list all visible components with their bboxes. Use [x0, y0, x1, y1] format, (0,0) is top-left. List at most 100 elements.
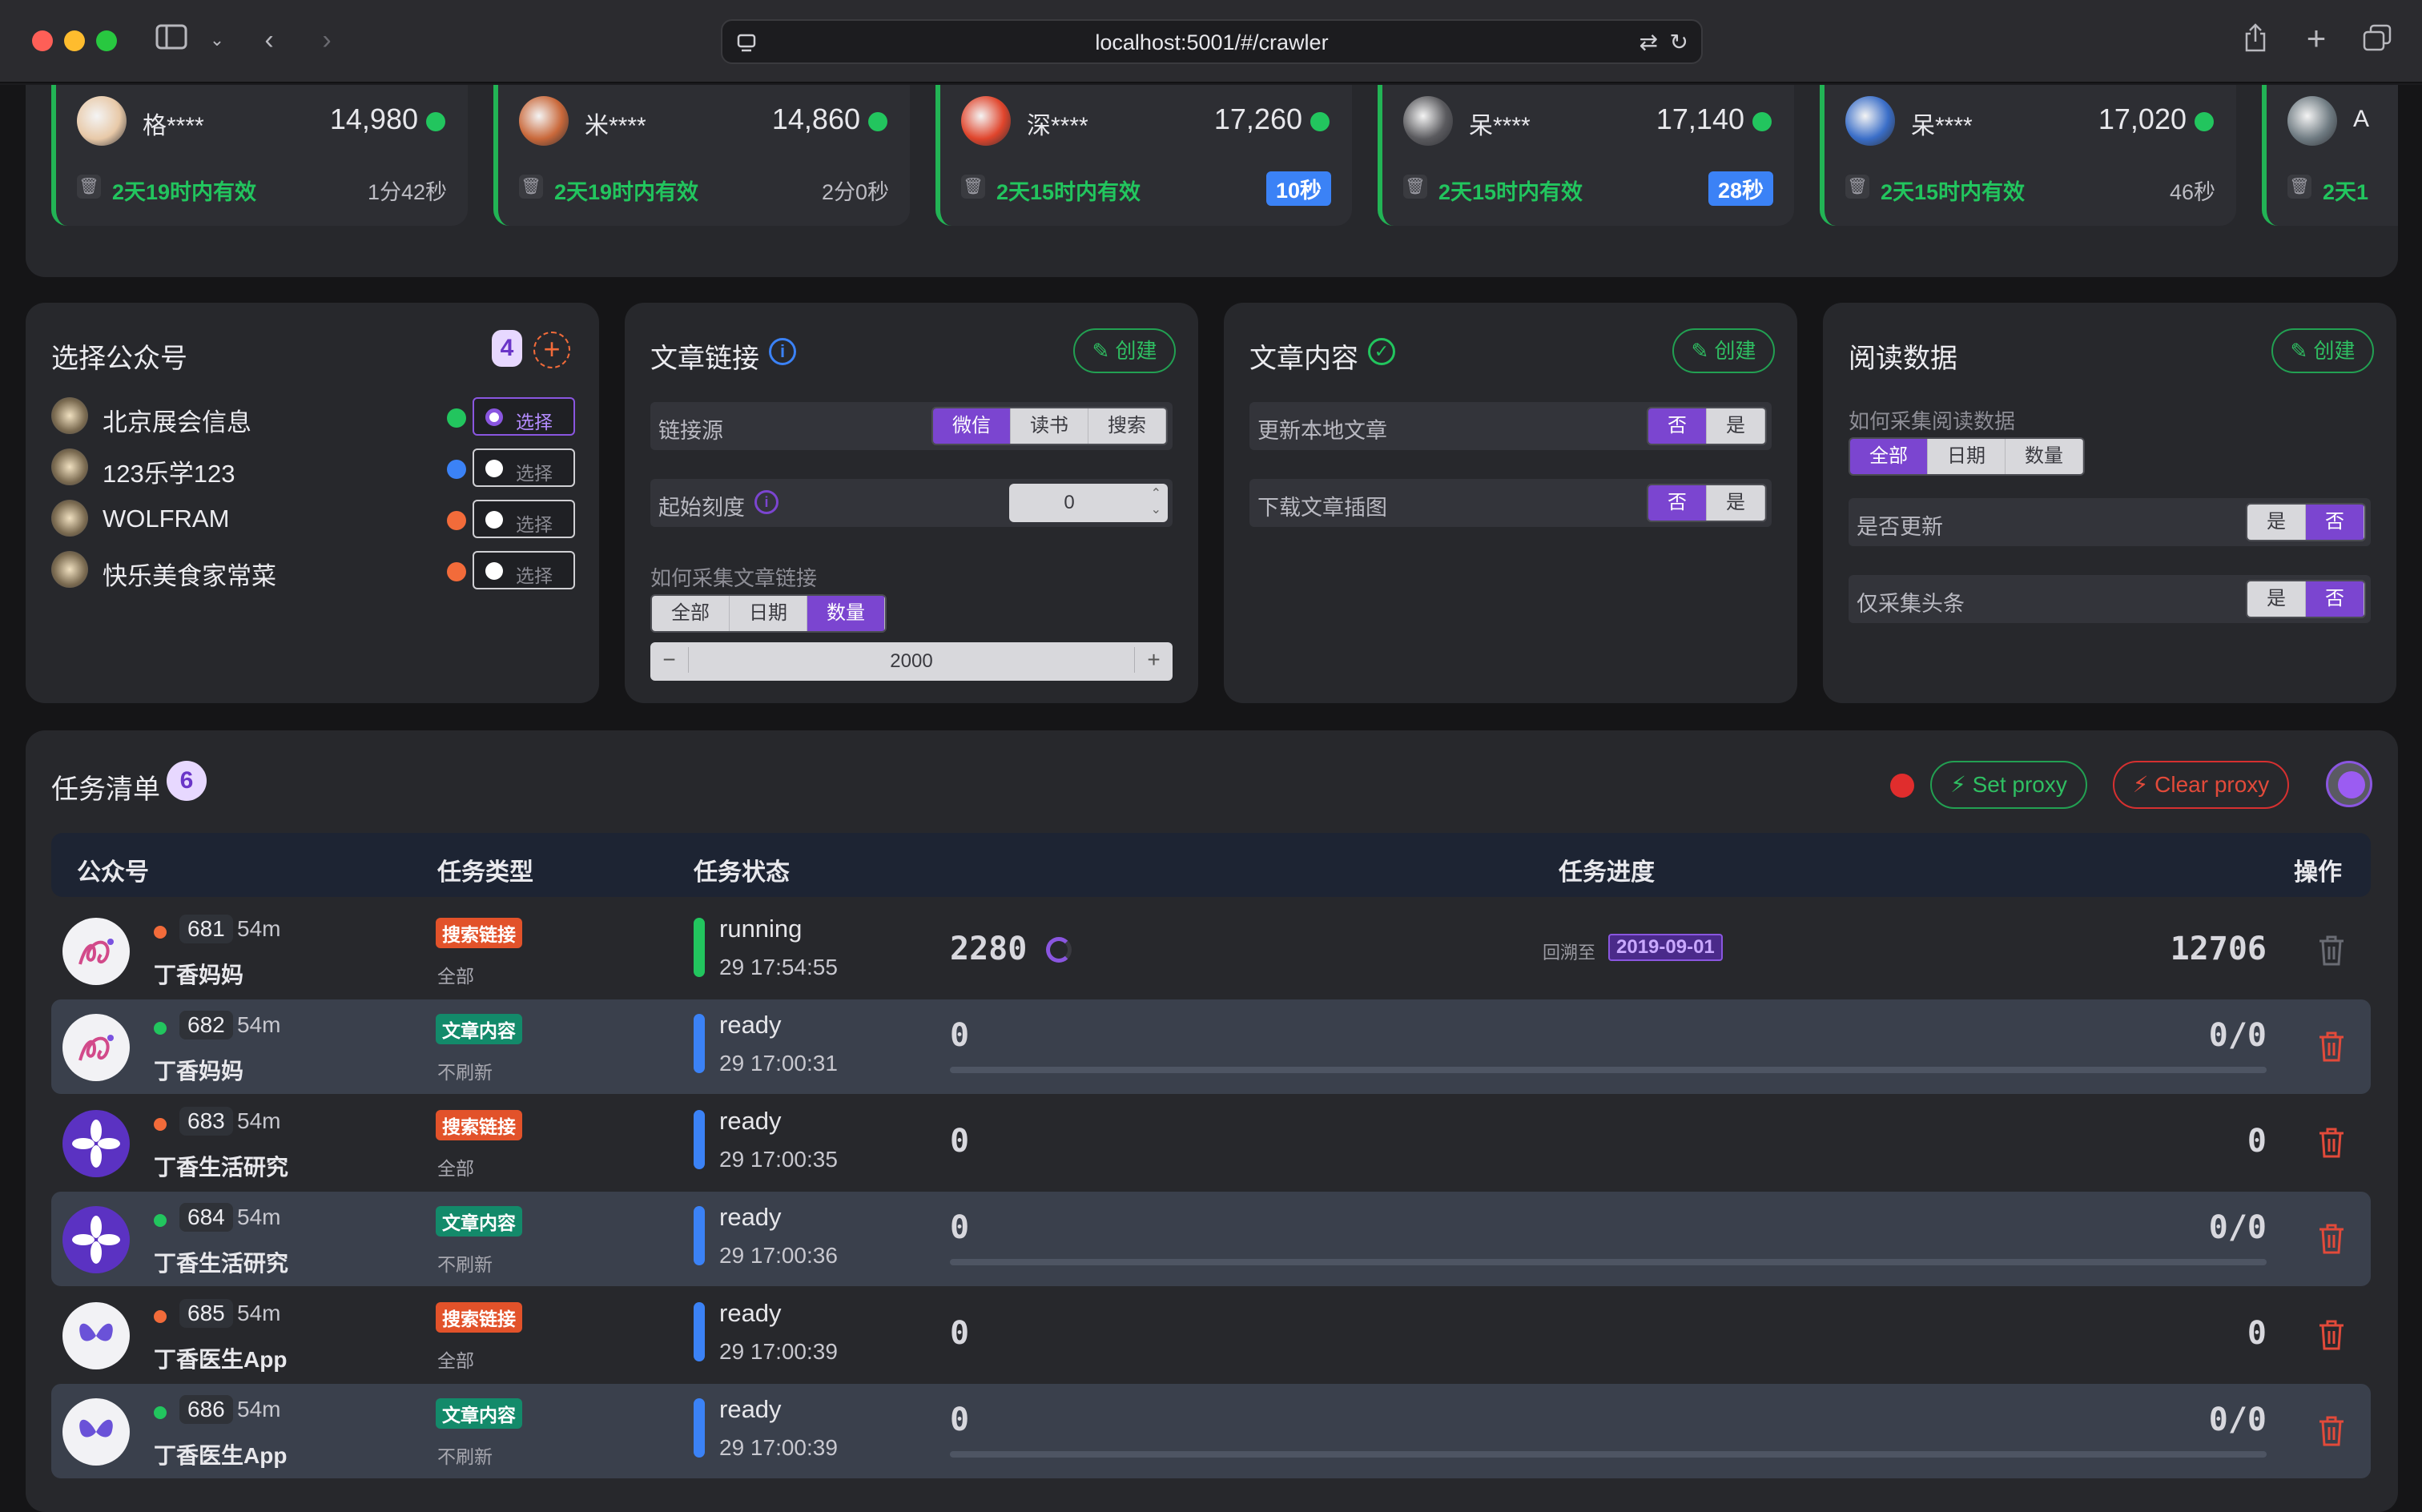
toggle-option[interactable]: 是: [2247, 581, 2306, 617]
create-link-button[interactable]: ✎ 创建: [1073, 328, 1176, 373]
task-account-name: 丁香医生App: [154, 1443, 288, 1468]
select-account-button[interactable]: 选择: [473, 397, 575, 436]
toggle-option[interactable]: 是: [1707, 485, 1765, 521]
trash-icon[interactable]: 🗑: [2287, 175, 2311, 199]
chevron-down-icon[interactable]: ⌄: [1151, 501, 1161, 517]
back-icon[interactable]: ‹: [253, 24, 285, 56]
chevron-up-icon[interactable]: ⌃: [1151, 485, 1161, 501]
create-content-button[interactable]: ✎ 创建: [1672, 328, 1775, 373]
segment-option[interactable]: 数量: [807, 596, 885, 631]
create-read-button[interactable]: ✎ 创建: [2271, 328, 2374, 373]
count-stepper[interactable]: − 2000 +: [650, 642, 1173, 681]
set-proxy-button[interactable]: ⚡ Set proxy: [1930, 761, 2087, 809]
segment-option[interactable]: 全部: [1850, 439, 1928, 474]
trash-icon[interactable]: [2316, 934, 2347, 975]
trash-icon[interactable]: [2316, 1030, 2347, 1072]
trash-icon[interactable]: 🗑: [961, 175, 985, 199]
segment-option[interactable]: 搜索: [1088, 408, 1166, 444]
task-time: 29 17:00:39: [719, 1339, 838, 1364]
task-type-badge: 文章内容: [436, 1014, 522, 1044]
account-validity: 2天15时内有效: [996, 180, 1141, 204]
task-avatar: [62, 1206, 130, 1273]
info-icon[interactable]: i: [754, 490, 778, 514]
trash-icon[interactable]: [2316, 1414, 2347, 1456]
plus-circle-icon[interactable]: +: [533, 332, 570, 368]
task-id: 683: [179, 1107, 233, 1136]
task-total: 0: [2247, 1315, 2267, 1352]
how-collect-read-label: 如何采集阅读数据: [1849, 409, 2016, 433]
sidebar-toggle-icon[interactable]: [152, 24, 191, 57]
create-label: 创建: [1115, 339, 1157, 363]
segment-option[interactable]: 数量: [2006, 439, 2083, 474]
trash-icon[interactable]: 🗑: [1845, 175, 1869, 199]
accounts-strip: 格**** 14,980 🗑 2天19时内有效 1分42秒 米**** 14,860 🗑 2天1…: [51, 85, 2398, 226]
avatar: [961, 96, 1011, 146]
address-bar[interactable]: localhost:5001/#/crawler ⇄ ↻: [721, 19, 1703, 64]
share-icon[interactable]: [2239, 22, 2271, 60]
segment-option[interactable]: 读书: [1011, 408, 1088, 444]
account-card[interactable]: 呆**** 17,020 🗑 2天15时内有效 46秒: [1820, 85, 2236, 226]
accounts-panel: 格**** 14,980 🗑 2天19时内有效 1分42秒 米**** 14,860 🗑 2天1…: [26, 85, 2398, 277]
header-account: 公众号: [77, 859, 149, 886]
segment-option[interactable]: 日期: [1928, 439, 2006, 474]
trash-icon[interactable]: [2316, 1126, 2347, 1168]
read-data-panel: 阅读数据 ✎ 创建 如何采集阅读数据 全部 日期 数量 是否更新是否仅采集头条是否: [1823, 303, 2396, 703]
new-tab-icon[interactable]: +: [2300, 22, 2332, 55]
task-type-sub: 全部: [437, 1350, 474, 1371]
select-account-button[interactable]: 选择: [473, 448, 575, 487]
forward-icon[interactable]: ›: [311, 24, 343, 56]
account-card[interactable]: 格**** 14,980 🗑 2天19时内有效 1分42秒: [51, 85, 468, 226]
yes-no-toggle: 是否: [2246, 580, 2366, 618]
chevron-down-icon[interactable]: ⌄: [205, 24, 229, 56]
select-account-button[interactable]: 选择: [473, 551, 575, 589]
task-avatar: [62, 1302, 130, 1369]
account-card[interactable]: 米**** 14,860 🗑 2天19时内有效 2分0秒: [493, 85, 910, 226]
task-type-sub: 全部: [437, 1158, 474, 1179]
trash-icon[interactable]: [2316, 1222, 2347, 1264]
task-total: 0: [2247, 1123, 2267, 1160]
plus-icon[interactable]: +: [1134, 647, 1173, 673]
option-label: 下载文章插图: [1257, 496, 1387, 520]
clear-proxy-button[interactable]: ⚡ Clear proxy: [2113, 761, 2289, 809]
progress-bar: [950, 1259, 2267, 1265]
toggle-option[interactable]: 否: [1648, 408, 1707, 444]
status-bar: [694, 1302, 705, 1361]
create-label: 创建: [1714, 339, 1756, 363]
translate-icon[interactable]: ⇄: [1639, 29, 1658, 55]
minimize-window-button[interactable]: [64, 30, 85, 51]
account-card[interactable]: 呆**** 17,140 🗑 2天15时内有效 28秒: [1378, 85, 1794, 226]
start-scale-input[interactable]: 0 ⌃ ⌄: [1009, 484, 1168, 522]
toggle-option[interactable]: 否: [2306, 581, 2364, 617]
account-card[interactable]: 深**** 17,260 🗑 2天15时内有效 10秒: [935, 85, 1352, 226]
account-name: A: [2353, 106, 2370, 132]
select-account-button[interactable]: 选择: [473, 500, 575, 538]
create-icon: ✎: [2290, 339, 2314, 363]
task-id: 682: [179, 1011, 233, 1040]
task-account-name: 丁香生活研究: [154, 1251, 289, 1276]
task-type-sub: 不刷新: [437, 1446, 493, 1467]
zoom-window-button[interactable]: [96, 30, 117, 51]
task-table-header: 公众号 任务类型 任务状态 任务进度 操作: [51, 833, 2371, 897]
yes-no-toggle: 是否: [2246, 503, 2366, 541]
minus-icon[interactable]: −: [650, 647, 689, 673]
segment-option[interactable]: 全部: [652, 596, 730, 631]
toggle-option[interactable]: 否: [1648, 485, 1707, 521]
toggle-option[interactable]: 否: [2306, 505, 2364, 540]
trash-icon[interactable]: 🗑: [519, 175, 543, 199]
tab-overview-icon[interactable]: [2360, 24, 2395, 58]
account-timer: 46秒: [2169, 180, 2215, 204]
toggle-option[interactable]: 是: [2247, 505, 2306, 540]
select-label: 选择: [516, 412, 553, 432]
segment-option[interactable]: 微信: [933, 408, 1011, 444]
trash-icon[interactable]: 🗑: [1403, 175, 1427, 199]
account-card[interactable]: A 🗑 2天1: [2262, 85, 2398, 226]
segment-option[interactable]: 日期: [730, 596, 807, 631]
close-window-button[interactable]: [32, 30, 53, 51]
trash-icon[interactable]: [2316, 1318, 2347, 1360]
reload-icon[interactable]: ↻: [1670, 29, 1688, 55]
toggle-option[interactable]: 是: [1707, 408, 1765, 444]
task-type-badge: 搜索链接: [436, 1110, 522, 1140]
user-avatar[interactable]: [2326, 761, 2372, 807]
trash-icon[interactable]: 🗑: [77, 175, 101, 199]
info-icon[interactable]: i: [769, 338, 796, 365]
